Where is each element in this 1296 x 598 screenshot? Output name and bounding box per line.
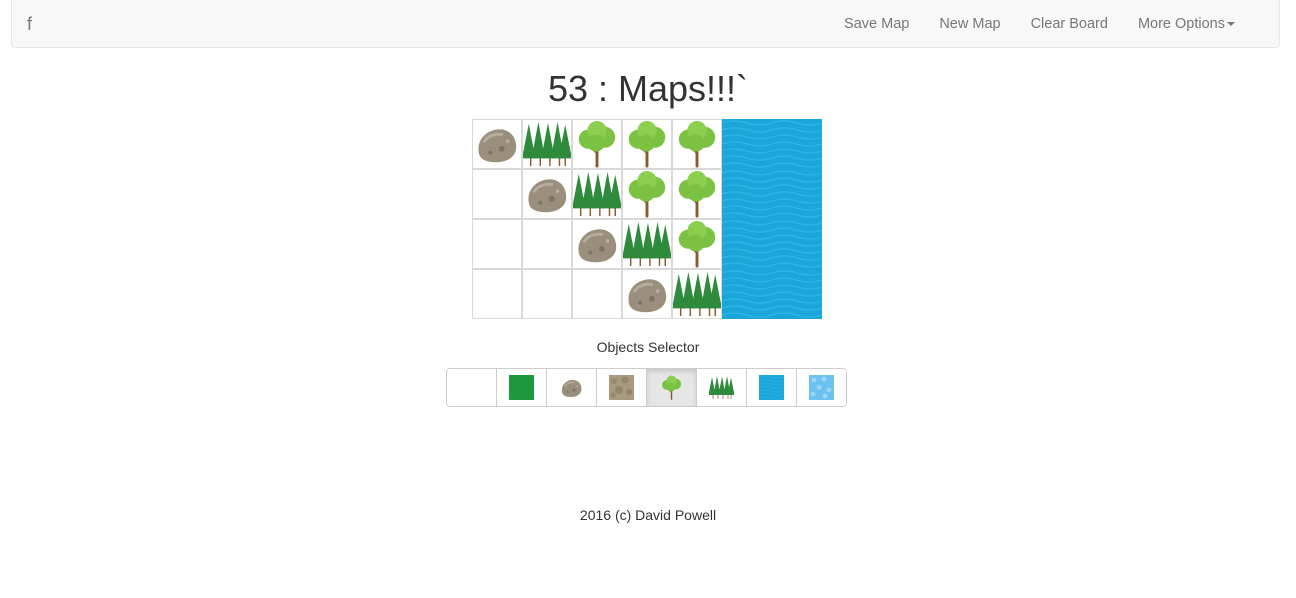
map-cell-water[interactable] bbox=[772, 219, 822, 269]
rock-icon bbox=[473, 120, 521, 168]
rock-icon bbox=[573, 220, 621, 268]
map-cell-rock[interactable] bbox=[472, 119, 522, 169]
water-icon bbox=[722, 169, 772, 219]
save-map-link[interactable]: Save Map bbox=[829, 0, 924, 48]
water-icon bbox=[772, 119, 822, 169]
water-icon bbox=[759, 375, 784, 400]
nav-menu: Save Map New Map Clear Board More Option… bbox=[829, 0, 1250, 48]
map-cell-tree[interactable] bbox=[672, 169, 722, 219]
rock-icon bbox=[623, 270, 671, 318]
tree-icon bbox=[659, 375, 684, 400]
map-cell-water[interactable] bbox=[722, 119, 772, 169]
map-cell-water[interactable] bbox=[772, 119, 822, 169]
save-map-label: Save Map bbox=[844, 16, 910, 32]
selector-option-rock[interactable] bbox=[546, 369, 596, 406]
caret-down-icon bbox=[1227, 22, 1235, 27]
map-cell-tree[interactable] bbox=[672, 219, 722, 269]
map-cell-rock[interactable] bbox=[572, 219, 622, 269]
pines-icon bbox=[673, 270, 721, 318]
rock-icon bbox=[523, 170, 571, 218]
navbar: f Save Map New Map Clear Board More Opti… bbox=[11, 0, 1280, 48]
tree-icon bbox=[573, 120, 621, 168]
map-cell-empty[interactable] bbox=[472, 219, 522, 269]
map-cell-empty[interactable] bbox=[472, 269, 522, 319]
water-icon bbox=[772, 269, 822, 319]
more-options-dropdown[interactable]: More Options bbox=[1123, 0, 1250, 48]
map-cell-tree[interactable] bbox=[572, 119, 622, 169]
dirt-icon bbox=[609, 375, 634, 400]
water-icon bbox=[722, 119, 772, 169]
selector-option-dirt[interactable] bbox=[596, 369, 646, 406]
pines-icon bbox=[623, 220, 671, 268]
map-cell-water[interactable] bbox=[772, 269, 822, 319]
water-light-icon bbox=[809, 375, 834, 400]
tree-icon bbox=[623, 120, 671, 168]
map-cell-water[interactable] bbox=[722, 169, 772, 219]
page-title: 53 : Maps!!!` bbox=[547, 68, 749, 109]
selector-option-pines[interactable] bbox=[696, 369, 746, 406]
rock-icon bbox=[559, 375, 584, 400]
map-cell-tree[interactable] bbox=[622, 169, 672, 219]
grass-icon bbox=[509, 375, 534, 400]
new-map-link[interactable]: New Map bbox=[924, 0, 1015, 48]
map-cell-water[interactable] bbox=[772, 169, 822, 219]
pines-icon bbox=[523, 120, 571, 168]
map-board bbox=[472, 119, 822, 319]
map-cell-tree[interactable] bbox=[672, 119, 722, 169]
map-cell-pines[interactable] bbox=[672, 269, 722, 319]
tree-icon bbox=[623, 170, 671, 218]
map-cell-water[interactable] bbox=[722, 219, 772, 269]
map-cell-rock[interactable] bbox=[622, 269, 672, 319]
objects-selector-label: Objects Selector bbox=[596, 339, 700, 355]
tree-icon bbox=[673, 220, 721, 268]
map-cell-rock[interactable] bbox=[522, 169, 572, 219]
map-cell-empty[interactable] bbox=[522, 219, 572, 269]
selector-option-empty[interactable] bbox=[447, 369, 496, 406]
water-icon bbox=[722, 269, 772, 319]
water-icon bbox=[772, 169, 822, 219]
selector-option-tree[interactable] bbox=[646, 369, 696, 406]
selector-option-water[interactable] bbox=[746, 369, 796, 406]
map-cell-tree[interactable] bbox=[622, 119, 672, 169]
map-cell-empty[interactable] bbox=[572, 269, 622, 319]
clear-board-link[interactable]: Clear Board bbox=[1016, 0, 1123, 48]
map-cell-water[interactable] bbox=[722, 269, 772, 319]
map-cell-empty[interactable] bbox=[472, 169, 522, 219]
selector-option-water-light[interactable] bbox=[796, 369, 846, 406]
map-cell-pines[interactable] bbox=[622, 219, 672, 269]
clear-board-label: Clear Board bbox=[1030, 16, 1108, 32]
map-cell-pines[interactable] bbox=[522, 119, 572, 169]
pines-icon bbox=[573, 170, 621, 218]
footer-text: 2016 (c) David Powell bbox=[579, 507, 717, 523]
water-icon bbox=[722, 219, 772, 269]
new-map-label: New Map bbox=[939, 16, 1001, 32]
objects-selector bbox=[446, 368, 847, 407]
map-cell-pines[interactable] bbox=[572, 169, 622, 219]
pines-icon bbox=[709, 375, 734, 400]
map-cell-empty[interactable] bbox=[522, 269, 572, 319]
more-options-label: More Options bbox=[1137, 16, 1225, 32]
tree-icon bbox=[673, 170, 721, 218]
tree-icon bbox=[673, 120, 721, 168]
brand-link[interactable]: f bbox=[27, 14, 32, 35]
selector-option-grass[interactable] bbox=[496, 369, 546, 406]
water-icon bbox=[772, 219, 822, 269]
